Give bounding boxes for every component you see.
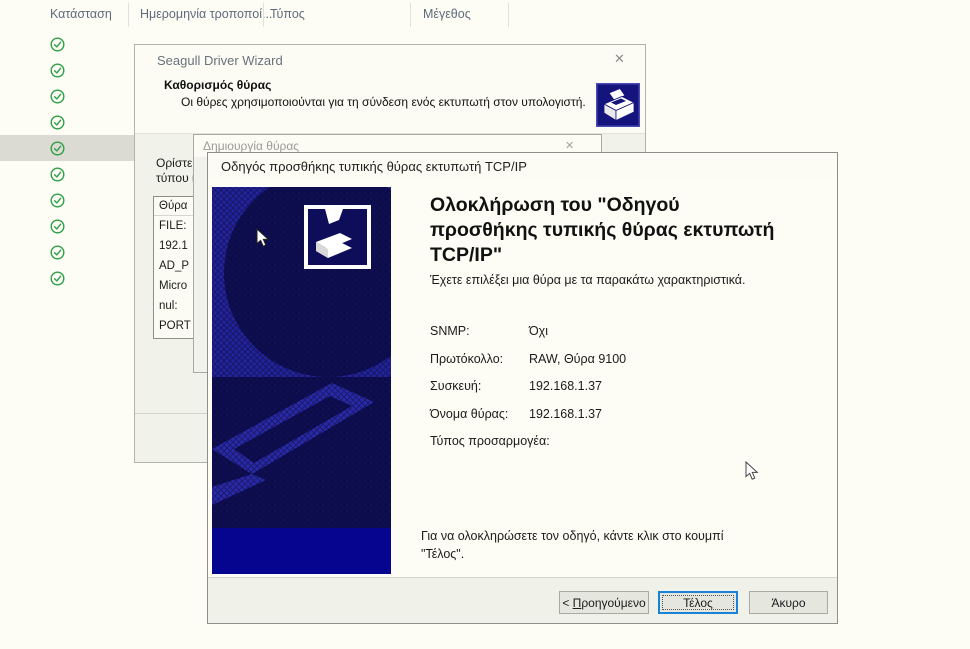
tcpip-wizard-footer bbox=[208, 578, 837, 623]
wizard-watermark-graphic bbox=[212, 169, 432, 574]
green-check-circle-icon bbox=[50, 140, 65, 156]
add-printer-wizard-icon bbox=[304, 205, 371, 269]
property-label: Όνομα θύρας: bbox=[430, 406, 509, 421]
intro-text: Έχετε επιλέξει μια θύρα με τα παρακάτω χ… bbox=[430, 273, 746, 287]
page-heading: Καθορισμός θύρας bbox=[164, 78, 272, 92]
seagull-wizard-header: Seagull Driver Wizard ✕ Καθορισμός θύρας… bbox=[135, 45, 645, 134]
window-title: Δημιουργία θύρας bbox=[203, 139, 300, 153]
tcpip-port-wizard-dialog: Οδηγός προσθήκης τυπικής θύρας εκτυπωτή … bbox=[207, 152, 838, 624]
green-check-circle-icon bbox=[50, 218, 65, 234]
green-check-circle-icon bbox=[50, 270, 65, 286]
close-icon[interactable]: ✕ bbox=[614, 51, 625, 67]
close-icon[interactable]: ✕ bbox=[565, 139, 574, 152]
cancel-button[interactable]: Άκυρο bbox=[749, 591, 828, 614]
green-check-circle-icon bbox=[50, 114, 65, 130]
green-check-circle-icon bbox=[50, 166, 65, 182]
column-header[interactable]: Ημερομηνία τροποποί... bbox=[140, 7, 272, 21]
property-value: 192.168.1.37 bbox=[529, 379, 602, 393]
column-divider bbox=[263, 3, 264, 27]
green-check-circle-icon bbox=[50, 244, 65, 260]
instruction-text: τύπου ι bbox=[156, 171, 195, 185]
printer-icon bbox=[596, 83, 640, 127]
back-button[interactable]: < Προηγούμενο bbox=[559, 591, 649, 614]
finish-button[interactable]: Τέλος bbox=[658, 591, 738, 614]
green-check-circle-icon bbox=[50, 62, 65, 78]
column-header[interactable]: Μέγεθος bbox=[423, 7, 471, 21]
finish-instruction-text: Για να ολοκληρώσετε τον οδηγό, κάντε κλι… bbox=[421, 529, 724, 561]
column-header[interactable]: Τύπος bbox=[270, 7, 305, 21]
desktop-screenshot: Κατάσταση Ημερομηνία τροποποί... Τύπος Μέγε… bbox=[0, 0, 970, 649]
property-label: Συσκευή: bbox=[430, 379, 482, 393]
column-divider bbox=[410, 3, 411, 27]
green-check-circle-icon bbox=[50, 88, 65, 104]
property-label: Τύπος προσαρμογέα: bbox=[430, 434, 550, 448]
green-check-circle-icon bbox=[50, 36, 65, 52]
property-label: SNMP: bbox=[430, 324, 470, 338]
instruction-text: Ορίστε bbox=[156, 156, 193, 170]
property-value: 192.168.1.37 bbox=[529, 406, 602, 421]
property-label: Πρωτόκολλο: bbox=[430, 351, 504, 366]
selected-row-highlight bbox=[0, 135, 134, 161]
green-check-circle-icon bbox=[50, 192, 65, 208]
tcpip-wizard-titlebar: Οδηγός προσθήκης τυπικής θύρας εκτυπωτή … bbox=[208, 153, 837, 180]
column-divider bbox=[128, 3, 129, 27]
column-divider bbox=[508, 3, 509, 27]
completion-heading: Ολοκλήρωση του "Οδηγού προσθήκης τυπικής… bbox=[430, 194, 775, 264]
page-subheading: Οι θύρες χρησιμοποιούνται για τη σύνδεση… bbox=[181, 95, 586, 109]
column-header[interactable]: Κατάσταση bbox=[50, 7, 112, 21]
window-title: Οδηγός προσθήκης τυπικής θύρας εκτυπωτή … bbox=[221, 159, 527, 174]
property-value: RAW, Θύρα 9100 bbox=[529, 351, 627, 366]
property-value: Όχι bbox=[529, 324, 549, 338]
window-title: Seagull Driver Wizard bbox=[157, 53, 283, 68]
